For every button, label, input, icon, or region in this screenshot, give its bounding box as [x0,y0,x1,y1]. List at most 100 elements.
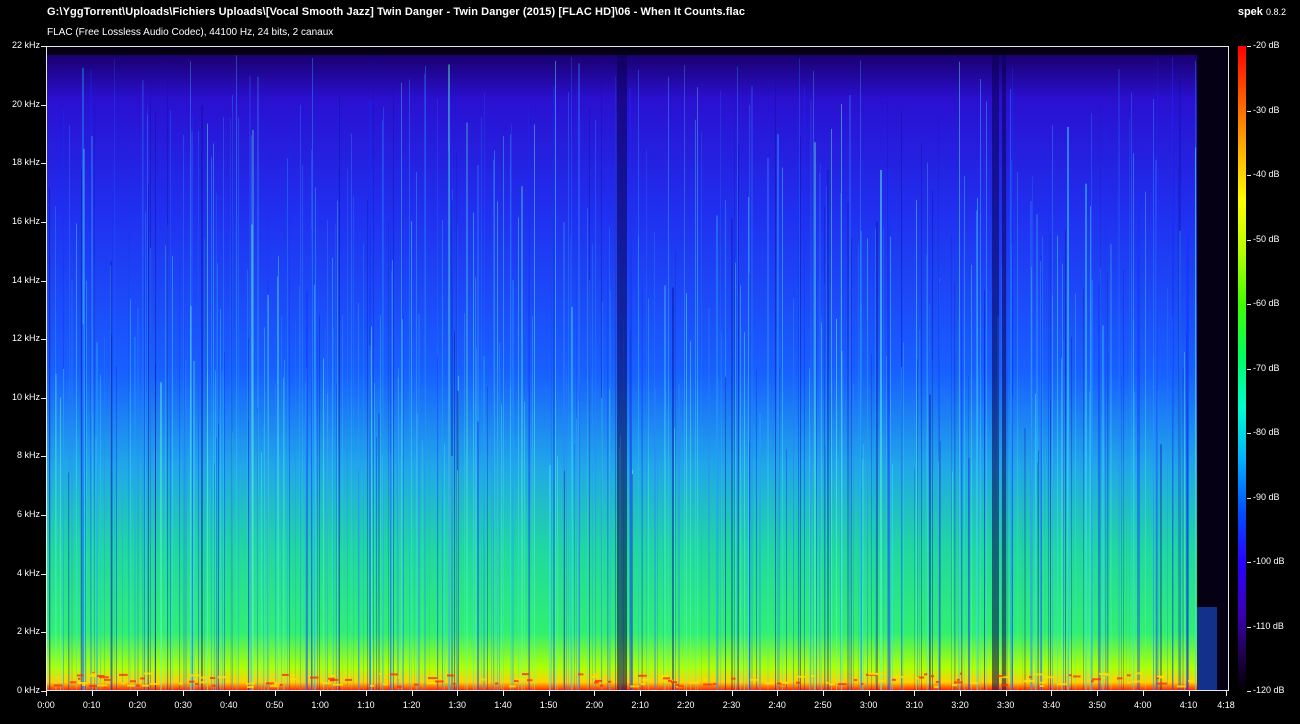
time-tick [868,691,870,696]
spectral-streak [962,363,963,690]
spectral-streak [602,301,603,690]
spectral-streak [1061,358,1062,690]
spectral-streak [104,337,105,690]
spectral-streak [1050,233,1051,690]
frequency-tick [41,397,46,399]
spectral-streak [299,285,300,690]
bass-energy [1026,680,1035,683]
spectral-streak [977,198,978,690]
spectral-streak [657,447,658,690]
spectral-streak [1024,428,1026,690]
spectral-streak [1038,450,1039,690]
spectral-streak [1057,235,1058,690]
bass-energy [678,685,684,688]
frequency-tick [41,280,46,282]
spectral-streak [748,196,749,690]
spectral-streak [858,243,859,690]
db-color-scale [1238,46,1246,692]
bass-energy [1040,684,1044,687]
spectral-streak [267,212,268,690]
spectral-streak [579,383,580,690]
spectral-streak [55,373,57,690]
spectral-streak [393,88,394,690]
spectral-streak [902,179,903,690]
spectral-streak [1153,355,1154,690]
spectral-streak [429,445,430,690]
spectral-streak [335,223,336,690]
bass-energy [514,680,519,683]
spectral-streak [1187,403,1188,690]
bass-energy [578,673,584,676]
db-tick-label: -20 dB [1253,40,1280,50]
spectral-streak [418,313,420,690]
bass-energy [97,684,107,687]
spectral-streak [1129,118,1130,690]
spectral-streak [376,436,377,690]
spectral-streak [81,169,82,690]
spectral-streak [325,328,326,690]
spectral-streak [695,119,696,690]
spectrogram-image [47,47,1228,690]
spectral-streak [976,210,977,690]
spectral-streak [477,421,479,690]
db-tick-label: -80 dB [1253,427,1280,437]
bass-energy [838,683,847,686]
bass-energy [290,677,296,680]
spectral-streak [592,244,593,690]
bass-energy [811,675,815,678]
db-tick-label: -40 dB [1253,169,1280,179]
frequency-tick-label: 22 kHz [11,40,40,50]
spectral-streak [261,451,262,690]
time-tick-label: 0:40 [220,700,238,710]
bass-energy [641,683,646,686]
spectral-streak [76,223,77,690]
spectral-streak [409,79,410,690]
db-tick-label: -110 dB [1253,620,1284,631]
frequency-tick [41,515,46,517]
spectral-streak [1167,288,1168,690]
spectral-streak [1007,368,1008,690]
bass-energy [925,677,928,680]
spectral-streak [49,187,50,690]
spectral-streak [1001,265,1002,690]
bass-energy [663,677,671,680]
bass-energy [527,679,533,682]
spectral-streak [275,383,276,690]
spectral-streak [1118,69,1120,690]
spectral-streak [663,463,664,690]
bass-energy [127,684,136,687]
spectral-streak [743,428,744,690]
bass-energy [414,683,419,686]
bass-energy [1033,673,1043,676]
spectral-streak [358,467,359,690]
spectral-streak [417,413,418,690]
app-name: spek [1237,6,1263,18]
spectral-streak [1178,166,1179,690]
bass-energy [140,677,145,680]
bass-energy [1117,677,1123,680]
spectral-streak [921,142,922,690]
spectral-streak [198,139,199,690]
time-tick [777,691,779,696]
spectral-streak [958,319,960,690]
time-tick-label: 0:50 [265,700,284,710]
time-tick [640,691,642,696]
spectral-streak [160,382,162,690]
bass-energy [144,672,153,675]
time-tick-label: 3:00 [859,700,878,710]
spectral-streak [1012,396,1013,690]
bass-energy [383,683,389,686]
quiet-gap [1002,55,1006,690]
frequency-tick-label: 8 kHz [16,450,40,461]
db-tick [1247,433,1251,434]
spectral-streak [919,329,920,690]
time-tick-label: 1:40 [494,700,512,710]
time-tick-label: 1:50 [539,700,558,710]
bass-energy [246,682,250,685]
bass-energy [122,682,125,685]
spectral-streak [655,388,656,690]
spectral-streak [142,79,144,690]
bass-energy [931,675,934,678]
spectral-streak [332,257,333,690]
spectral-streak [889,413,891,690]
